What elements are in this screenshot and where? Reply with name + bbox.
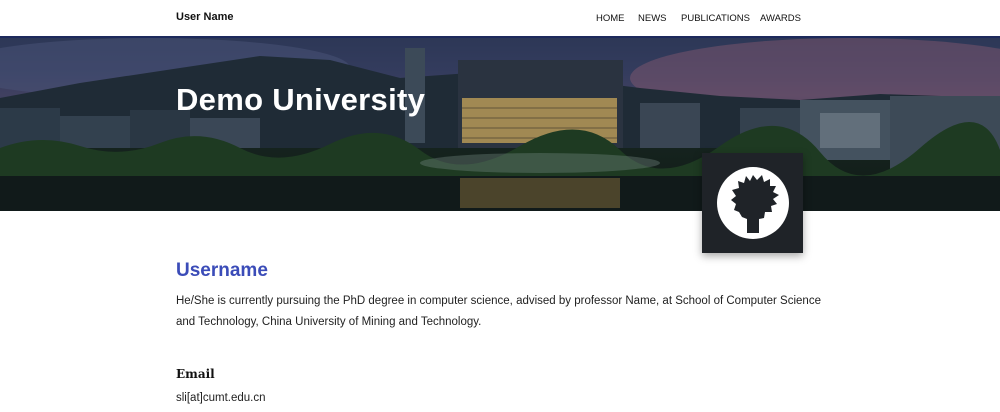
hero-banner: Demo University (0, 38, 1000, 211)
brand-link[interactable]: User Name (176, 11, 233, 23)
profile-bio: He/She is currently pursuing the PhD deg… (176, 295, 821, 328)
nav-publications[interactable]: PUBLICATIONS (681, 13, 750, 24)
nav-home[interactable]: HOME (596, 13, 625, 24)
nav-news[interactable]: NEWS (638, 13, 667, 24)
campus-night-image (0, 38, 1000, 211)
profile-name: Username (176, 260, 268, 281)
person-silhouette-icon (717, 167, 789, 239)
profile-avatar (702, 153, 803, 253)
hero-title: Demo University (176, 82, 426, 117)
top-navbar: User Name HOME NEWS PUBLICATIONS AWARDS (0, 0, 1000, 38)
nav-awards[interactable]: AWARDS (760, 13, 801, 24)
email-heading: Email (176, 367, 215, 381)
email-value: sli[at]cumt.edu.cn (176, 392, 266, 404)
